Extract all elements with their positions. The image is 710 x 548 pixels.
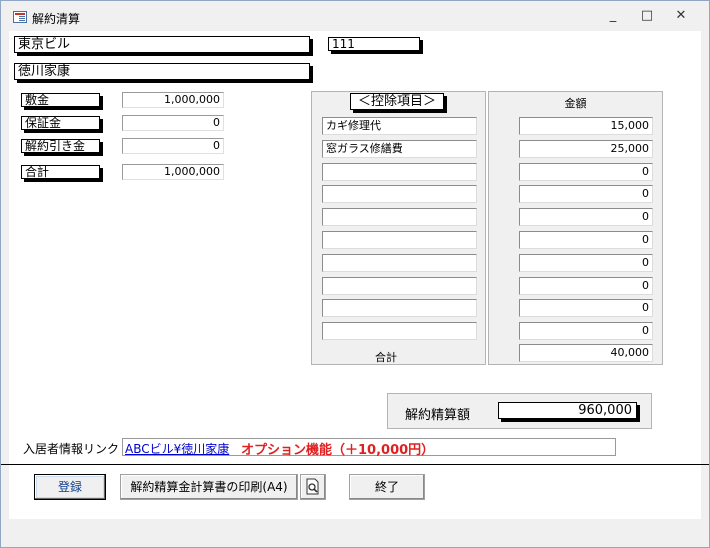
deduction-item-field[interactable]: カギ修理代 <box>322 117 477 135</box>
deduction-amount-field[interactable]: 15,000 <box>519 117 653 135</box>
close-button[interactable]: ✕ <box>666 5 696 27</box>
deduction-amount-field[interactable]: 0 <box>519 322 653 340</box>
cancellation-deduction-amount[interactable]: 0 <box>122 138 224 154</box>
amount-column-header: 金額 <box>564 97 587 110</box>
deduction-item-field[interactable] <box>322 208 477 226</box>
deduction-amount-field[interactable]: 0 <box>519 163 653 181</box>
deduction-items-header: ＜控除項目＞ <box>350 93 444 110</box>
register-button[interactable]: 登録 <box>34 474 106 500</box>
deduction-item-field[interactable] <box>322 277 477 295</box>
deduction-amount-field[interactable]: 0 <box>519 185 653 203</box>
deduction-item-field[interactable] <box>322 299 477 317</box>
deduction-item-field[interactable] <box>322 185 477 203</box>
maximize-button[interactable]: □ <box>632 5 662 27</box>
deduction-amount-field[interactable]: 0 <box>519 231 653 249</box>
deposit-amount[interactable]: 1,000,000 <box>122 92 224 108</box>
tenant-info-link[interactable]: ABCビル¥徳川家康 <box>125 440 229 457</box>
form-body: 東京ビル 111 徳川家康 敷金 1,000,000 保証金 0 解約引き金 0… <box>9 31 701 519</box>
title-bar[interactable]: 解約清算 _ □ ✕ <box>1 1 709 31</box>
deduction-total-amount: 40,000 <box>519 344 653 362</box>
room-number-field[interactable]: 111 <box>328 37 420 51</box>
window-title: 解約清算 <box>32 12 81 26</box>
option-feature-note: オプション機能（＋10,000円） <box>241 443 435 458</box>
minimize-button[interactable]: _ <box>598 5 628 27</box>
deduction-amount-field[interactable]: 0 <box>519 277 653 295</box>
deduction-amount-field[interactable]: 25,000 <box>519 140 653 158</box>
deduction-total-label: 合計 <box>375 351 397 364</box>
settlement-label: 解約精算額 <box>405 408 471 423</box>
deduction-amount-field[interactable]: 0 <box>519 208 653 226</box>
cancellation-deduction-label: 解約引き金 <box>21 139 100 153</box>
footer-divider <box>1 464 709 465</box>
guarantee-amount[interactable]: 0 <box>122 115 224 131</box>
tenant-info-link-field[interactable]: ABCビル¥徳川家康 オプション機能（＋10,000円） <box>122 438 616 458</box>
deduction-item-field[interactable]: 窓ガラス修繕費 <box>322 140 477 158</box>
print-preview-button[interactable] <box>300 474 326 500</box>
settlement-amount: 960,000 <box>498 402 637 419</box>
guarantee-label: 保証金 <box>21 116 100 130</box>
deposit-total-label: 合計 <box>21 165 100 179</box>
tenant-name-field[interactable]: 徳川家康 <box>14 63 310 80</box>
tenant-info-link-label: 入居者情報リンク <box>23 442 120 456</box>
deduction-item-field[interactable] <box>322 322 477 340</box>
deduction-item-field[interactable] <box>322 163 477 181</box>
building-name-field[interactable]: 東京ビル <box>14 36 310 53</box>
deposit-label: 敷金 <box>21 93 100 107</box>
form-icon <box>13 11 27 23</box>
window: 解約清算 _ □ ✕ 東京ビル 111 徳川家康 敷金 1,000,000 保証… <box>0 0 710 548</box>
deduction-item-field[interactable] <box>322 254 477 272</box>
deposit-total-amount: 1,000,000 <box>122 164 224 180</box>
deduction-amount-field[interactable]: 0 <box>519 299 653 317</box>
print-calculation-button[interactable]: 解約精算金計算書の印刷(A4) <box>120 474 298 500</box>
print-preview-icon <box>306 478 319 495</box>
deduction-amount-field[interactable]: 0 <box>519 254 653 272</box>
end-button[interactable]: 終了 <box>349 474 425 500</box>
deduction-item-field[interactable] <box>322 231 477 249</box>
